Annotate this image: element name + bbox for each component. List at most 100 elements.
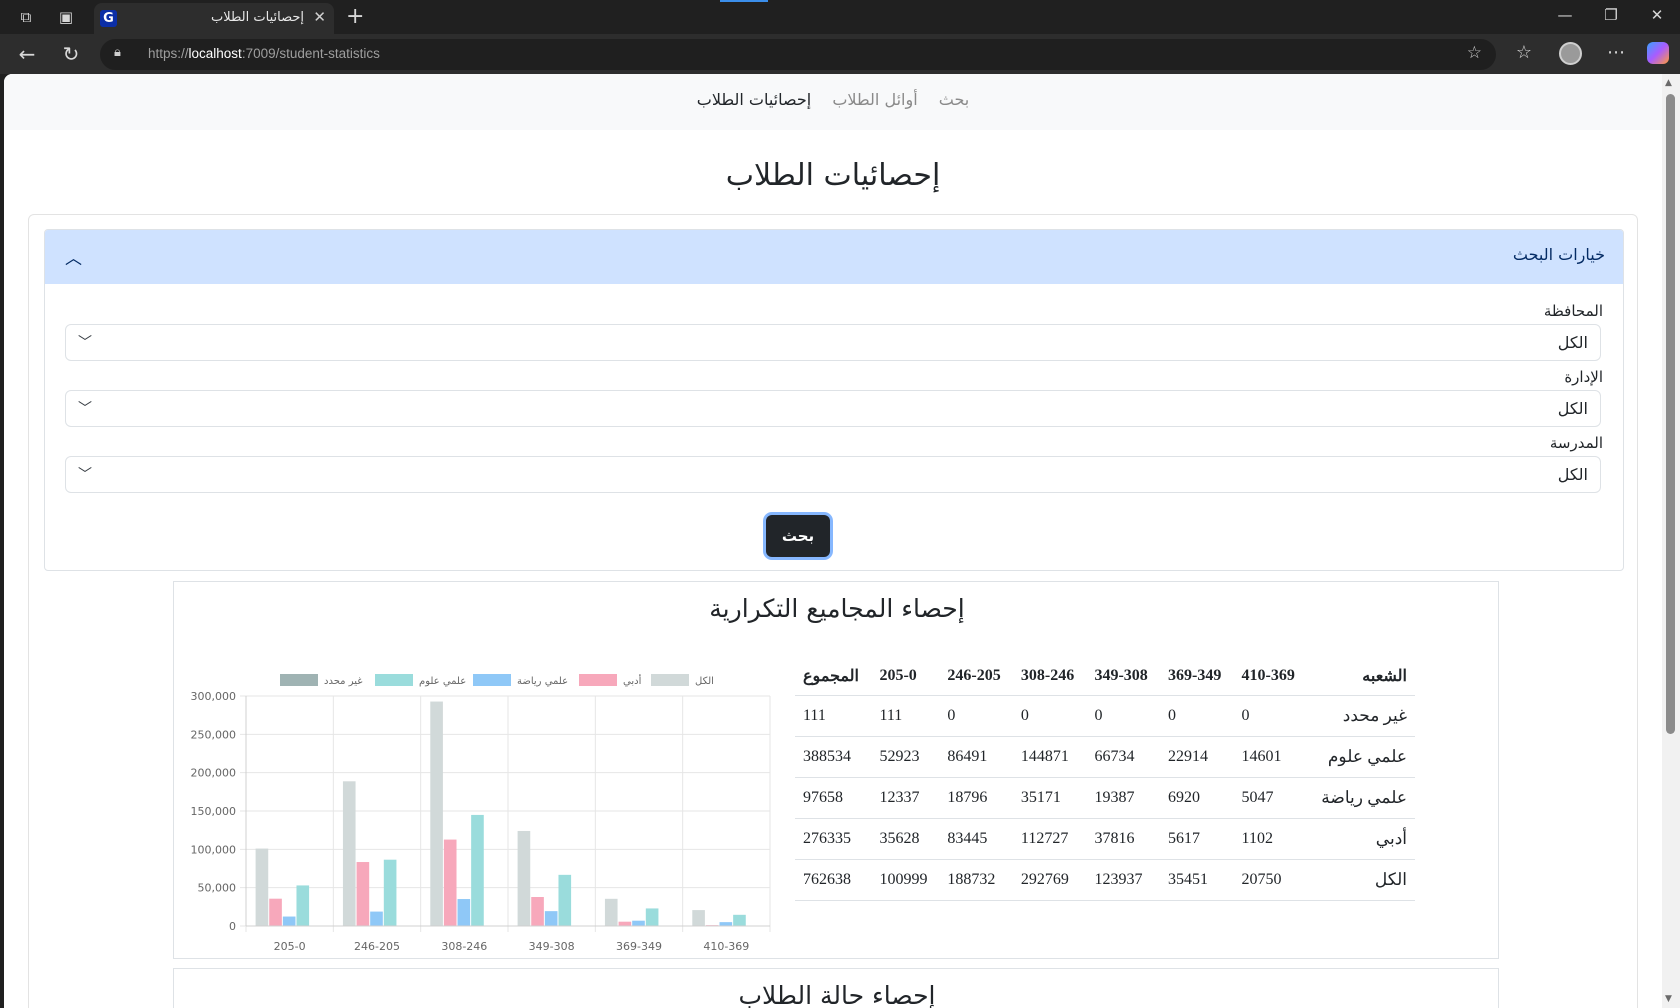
bar xyxy=(342,781,356,926)
y-tick-label: 150,000 xyxy=(191,805,237,818)
table-header-cell: 246-205 xyxy=(939,657,1013,696)
legend-label: أدبي xyxy=(623,674,642,687)
bar xyxy=(517,830,531,926)
bar xyxy=(269,898,282,926)
browser-tab-active[interactable]: G إحصائيات الطلاب ✕ xyxy=(94,3,334,34)
frequency-bar-chart: 0 50,000 100,000 150,000 200,000 250,000 300,0… xyxy=(191,674,771,953)
table-header-cell: المجموع xyxy=(795,657,872,696)
table-header-cell: الشعبه xyxy=(1307,657,1415,696)
table-row-label: علمي علوم xyxy=(1307,736,1415,778)
table-cell: 111 xyxy=(871,695,940,737)
page-viewport: بحث أوائل الطلاب إحصائيات الطلاب إحصائيا… xyxy=(4,74,1662,1008)
favorites-icon[interactable]: ☆ xyxy=(1511,42,1537,63)
copilot-icon[interactable] xyxy=(1647,42,1669,64)
nav-links: بحث أوائل الطلاب إحصائيات الطلاب xyxy=(4,90,1662,109)
chevron-up-icon[interactable]: ︿ xyxy=(65,244,82,269)
scroll-down-icon[interactable]: ▼ xyxy=(1665,994,1672,1004)
table-header-cell: 349-308 xyxy=(1086,657,1160,696)
accordion-header[interactable]: خيارات البحث ︿ xyxy=(45,230,1623,284)
school-select[interactable]: الكل ﹀ xyxy=(65,456,1601,493)
new-tab-icon[interactable]: + xyxy=(346,4,364,29)
minimize-icon[interactable]: — xyxy=(1550,6,1580,24)
page-scrollbar[interactable]: ▲ ▼ xyxy=(1662,74,1680,1008)
table-row: علمي رياضة 5047 6920 19387 35171 18796 12337 97… xyxy=(795,777,1415,819)
table-cell: 0 xyxy=(939,695,1013,737)
nav-link-search[interactable]: بحث xyxy=(939,90,970,109)
legend-swatch xyxy=(473,674,511,686)
table-cell: 0 xyxy=(1086,695,1160,737)
table-header-cell: 369-349 xyxy=(1160,657,1234,696)
nav-link-statistics[interactable]: إحصائيات الطلاب xyxy=(697,90,811,109)
legend-label: الكل xyxy=(695,676,714,687)
table-cell: 0 xyxy=(1012,695,1087,737)
tab-close-icon[interactable]: ✕ xyxy=(313,8,326,26)
search-button[interactable]: بحث xyxy=(766,515,830,557)
x-tick-label: 308-246 xyxy=(441,940,487,953)
restore-icon[interactable]: ❐ xyxy=(1596,6,1626,24)
chevron-down-icon: ﹀ xyxy=(78,335,92,351)
governorate-label: المحافظة xyxy=(1543,302,1603,320)
url-field[interactable]: 🔒︎ https://localhost:7009/student-statis… xyxy=(100,39,1496,70)
y-tick-label: 100,000 xyxy=(191,843,237,856)
more-icon[interactable]: ⋯ xyxy=(1603,42,1629,63)
table-cell: 12337 xyxy=(871,777,940,819)
top-navbar: بحث أوائل الطلاب إحصائيات الطلاب xyxy=(4,74,1662,130)
y-tick-label: 300,000 xyxy=(191,690,237,703)
table-cell: 86491 xyxy=(939,736,1013,778)
table-cell: 20750 xyxy=(1233,859,1308,901)
table-cell: 18796 xyxy=(939,777,1013,819)
bar xyxy=(531,897,544,926)
scroll-up-icon[interactable]: ▲ xyxy=(1665,78,1672,88)
table-cell: 292769 xyxy=(1012,859,1087,901)
table-cell: 14601 xyxy=(1233,736,1308,778)
refresh-icon[interactable]: ↻ xyxy=(58,42,84,66)
bar xyxy=(632,920,645,926)
x-tick-label: 410-369 xyxy=(703,940,749,953)
frequency-table: الشعبه 410-369 369-349 349-308 308-246 246-20… xyxy=(795,657,1415,901)
legend-swatch xyxy=(280,674,318,686)
table-cell: 22914 xyxy=(1160,736,1234,778)
bar xyxy=(370,911,383,926)
browser-tab-bar: ⧉ ▣ G إحصائيات الطلاب ✕ + — ❐ ✕ xyxy=(0,0,1680,34)
table-cell: 1102 xyxy=(1233,818,1308,860)
back-icon[interactable]: ← xyxy=(14,42,40,66)
governorate-select[interactable]: الكل ﹀ xyxy=(65,324,1601,361)
page-title: إحصائيات الطلاب xyxy=(725,158,941,193)
x-tick-label: 246-205 xyxy=(354,940,400,953)
frequency-stats-title: إحصاء المجاميع التكرارية xyxy=(709,594,965,623)
school-value: الكل xyxy=(1557,465,1588,484)
favorite-star-icon[interactable]: ☆ xyxy=(1467,43,1482,63)
table-cell: 5617 xyxy=(1160,818,1234,860)
table-cell: 5047 xyxy=(1233,777,1308,819)
table-cell: 188732 xyxy=(939,859,1013,901)
table-cell: 35628 xyxy=(871,818,940,860)
bar xyxy=(282,916,296,926)
window-close-icon[interactable]: ✕ xyxy=(1642,6,1672,24)
table-cell: 388534 xyxy=(795,736,872,778)
y-tick-label: 50,000 xyxy=(198,882,237,895)
table-header-row: الشعبه 410-369 369-349 349-308 308-246 246-20… xyxy=(795,657,1415,696)
bar xyxy=(430,701,443,926)
bar xyxy=(457,899,471,926)
nav-link-top-students[interactable]: أوائل الطلاب xyxy=(832,90,917,109)
administration-label: الإدارة xyxy=(1564,368,1603,386)
workspaces-icon[interactable]: ⧉ xyxy=(16,7,36,27)
table-cell: 0 xyxy=(1233,695,1308,737)
profile-avatar[interactable] xyxy=(1559,42,1582,65)
lock-icon: 🔒︎ xyxy=(114,45,121,60)
table-cell: 52923 xyxy=(871,736,940,778)
table-cell: 123937 xyxy=(1086,859,1160,901)
table-row: علمي علوم 14601 22914 66734 144871 86491 52923… xyxy=(795,736,1415,778)
search-options-accordion: خيارات البحث ︿ المحافظة الكل ﹀ الإدارة ا… xyxy=(44,229,1624,571)
accordion-title: خيارات البحث xyxy=(1512,245,1605,264)
table-cell: 37816 xyxy=(1086,818,1160,860)
table-row: الكل 20750 35451 123937 292769 188732 100999 76… xyxy=(795,859,1415,901)
table-cell: 112727 xyxy=(1012,818,1087,860)
bar xyxy=(719,922,733,926)
vertical-tabs-icon[interactable]: ▣ xyxy=(56,7,76,27)
table-cell: 276335 xyxy=(795,818,872,860)
scrollbar-thumb[interactable] xyxy=(1666,94,1675,734)
administration-select[interactable]: الكل ﹀ xyxy=(65,390,1601,427)
bar xyxy=(471,814,484,926)
administration-value: الكل xyxy=(1557,399,1588,418)
